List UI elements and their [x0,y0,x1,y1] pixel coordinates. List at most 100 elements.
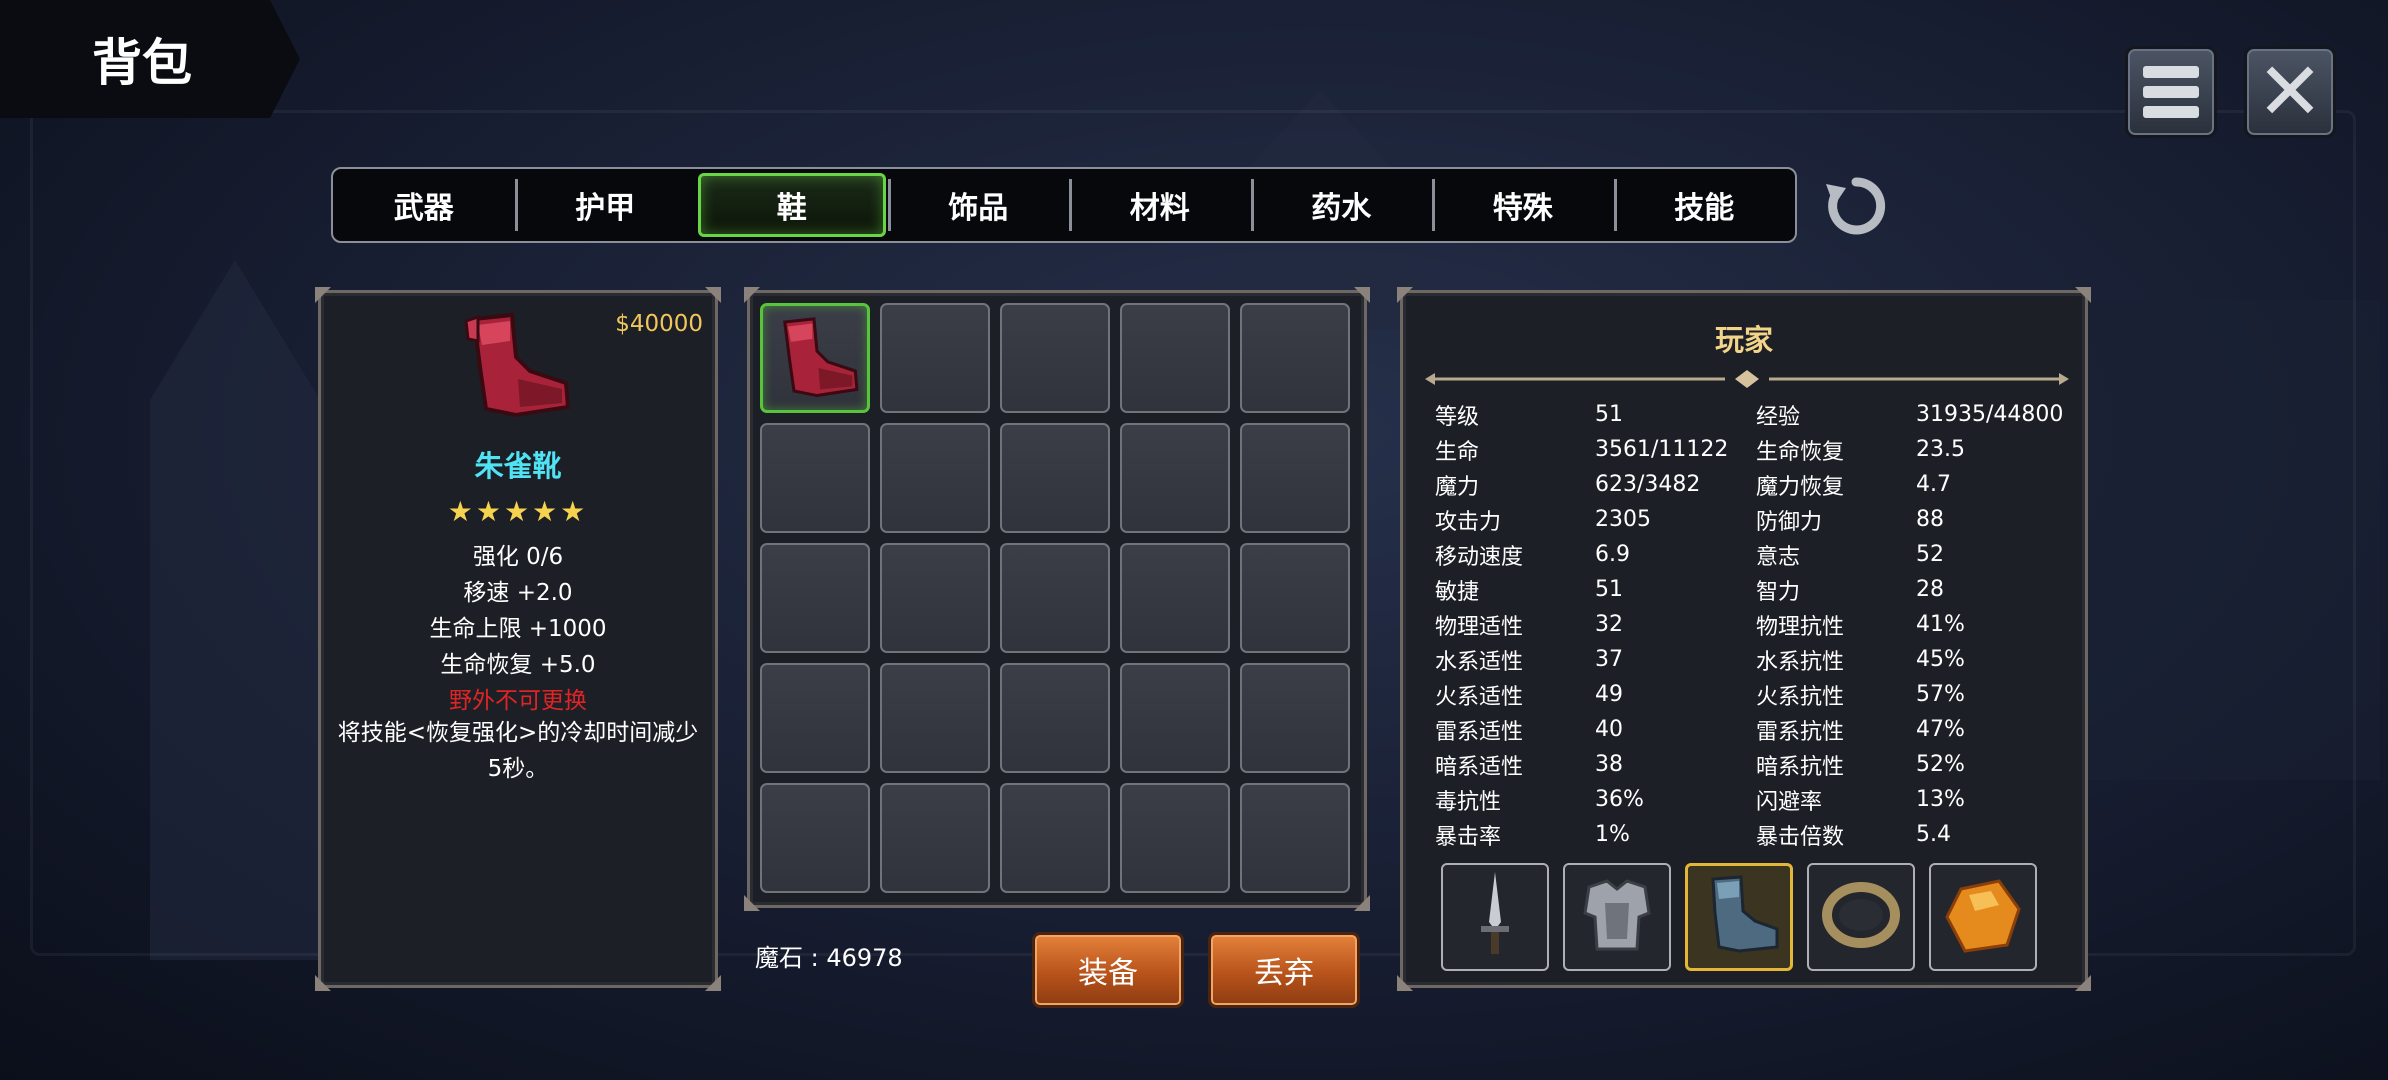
category-tabs: 武器 护甲 鞋 饰品 材料 药水 特殊 技能 [331,167,1797,243]
equipment-slot[interactable] [1929,863,2037,971]
equipment-slots [1441,863,2037,971]
item-description: 将技能<恢复强化>的冷却时间减少5秒。 [337,720,699,782]
inventory-slot[interactable] [760,303,870,413]
title-bar: 背包 [0,0,300,118]
inventory-slot[interactable] [1120,303,1230,413]
inventory-slot[interactable] [1000,783,1110,893]
stat-label: 物理适性 [1435,614,1524,640]
item-stat-line: 生命恢复 +5.0 [440,652,596,678]
discard-button[interactable]: 丢弃 [1208,932,1360,1008]
refresh-icon [1826,177,1886,235]
inventory-slot[interactable] [1240,663,1350,773]
tab-skill[interactable]: 技能 [1613,169,1796,241]
stat-row: 暗系适性 38 暗系抗性 52% [1435,747,2077,782]
tab-material[interactable]: 材料 [1069,169,1251,241]
stat-label: 雷系抗性 [1756,719,1845,745]
inventory-slot[interactable] [880,783,990,893]
equip-button[interactable]: 装备 [1032,932,1184,1008]
inventory-slot[interactable] [760,423,870,533]
stat-row: 水系适性 37 水系抗性 45% [1435,642,2077,677]
stat-label: 意志 [1756,544,1801,570]
inventory-slot[interactable] [1120,423,1230,533]
stat-row: 魔力 623/3482 魔力恢复 4.7 [1435,467,2077,502]
menu-icon [2143,66,2199,118]
inventory-slot[interactable] [1120,663,1230,773]
refresh-button[interactable] [1822,172,1890,240]
armor-icon [1575,873,1659,961]
stat-row: 生命 3561/11122 生命恢复 23.5 [1435,432,2077,467]
inventory-slot[interactable] [1240,783,1350,893]
equipment-slot[interactable] [1563,863,1671,971]
stat-row: 暴击率 1% 暴击倍数 5.4 [1435,817,2077,852]
inventory-slot[interactable] [760,663,870,773]
stat-value: 5.4 [1916,822,1951,847]
stat-value: 51 [1595,402,1623,427]
stat-value: 6.9 [1595,542,1630,567]
stat-label: 等级 [1435,404,1480,430]
stat-value: 45% [1916,647,1965,672]
item-price: $40000 [615,311,703,337]
stat-label: 水系适性 [1435,649,1524,675]
stat-label: 毒抗性 [1435,789,1502,815]
inventory-slot[interactable] [1240,303,1350,413]
stat-value: 623/3482 [1595,472,1701,497]
inventory-slot[interactable] [1120,783,1230,893]
amber-stone-icon [1941,873,2025,961]
stat-value: 49 [1595,682,1623,707]
inventory-slot[interactable] [760,543,870,653]
stat-value: 23.5 [1916,437,1965,462]
stat-value: 47% [1916,717,1965,742]
stat-label: 火系适性 [1435,684,1524,710]
stat-label: 生命 [1435,439,1480,465]
inventory-slot[interactable] [760,783,870,893]
inventory-slot[interactable] [1000,663,1110,773]
inventory-slot[interactable] [880,543,990,653]
inventory-slot[interactable] [1120,543,1230,653]
stat-value: 4.7 [1916,472,1951,497]
inventory-slot[interactable] [1240,423,1350,533]
close-icon: ✕ [2256,45,2324,138]
stat-label: 火系抗性 [1756,684,1845,710]
stat-value: 41% [1916,612,1965,637]
inventory-slot[interactable] [880,663,990,773]
equipment-slot[interactable] [1685,863,1793,971]
player-stats-table: 等级 51 经验 31935/44800 生命 3561/11122 生命恢复 23.5 魔力 6… [1435,397,2077,852]
equipment-slot[interactable] [1807,863,1915,971]
stat-label: 敏捷 [1435,579,1480,605]
tab-shoes[interactable]: 鞋 [698,173,886,237]
inventory-panel [744,287,1370,911]
item-stats: 强化 0/6 移速 +2.0 生命上限 +1000 生命恢复 +5.0 野外不可… [331,539,705,719]
stat-value: 52% [1916,752,1965,777]
magic-stone-count: 魔石 : 46978 [755,944,903,972]
menu-button[interactable] [2125,46,2217,138]
tab-weapon[interactable]: 武器 [333,169,515,241]
stat-value: 40 [1595,717,1623,742]
equipment-slot[interactable] [1441,863,1549,971]
close-button[interactable]: ✕ [2244,46,2336,138]
tab-accessory[interactable]: 饰品 [887,169,1070,241]
stat-label: 防御力 [1756,509,1823,535]
inventory-grid [760,303,1350,893]
tab-armor[interactable]: 护甲 [514,169,697,241]
stat-value: 57% [1916,682,1965,707]
inventory-slot[interactable] [1240,543,1350,653]
stat-value: 32 [1595,612,1623,637]
stat-label: 闪避率 [1756,789,1823,815]
inventory-slot[interactable] [1000,303,1110,413]
item-stat-line: 生命上限 +1000 [429,616,607,642]
item-detail-panel: $40000 朱雀靴 ★★★★★ 强化 0/6 移速 +2.0 生命上限 +10… [315,287,721,991]
inventory-slot[interactable] [1000,423,1110,533]
inventory-slot[interactable] [880,303,990,413]
stat-label: 魔力 [1435,474,1480,500]
inventory-slot[interactable] [1000,543,1110,653]
item-warning: 野外不可更换 [449,688,587,714]
tab-potion[interactable]: 药水 [1250,169,1433,241]
stat-value: 3561/11122 [1595,437,1729,462]
dagger-icon [1455,870,1535,964]
inventory-slot[interactable] [880,423,990,533]
stat-label: 暗系抗性 [1756,754,1845,780]
ring-icon [1819,873,1903,961]
stat-label: 水系抗性 [1756,649,1845,675]
stat-label: 暴击率 [1435,824,1502,850]
tab-special[interactable]: 特殊 [1432,169,1614,241]
